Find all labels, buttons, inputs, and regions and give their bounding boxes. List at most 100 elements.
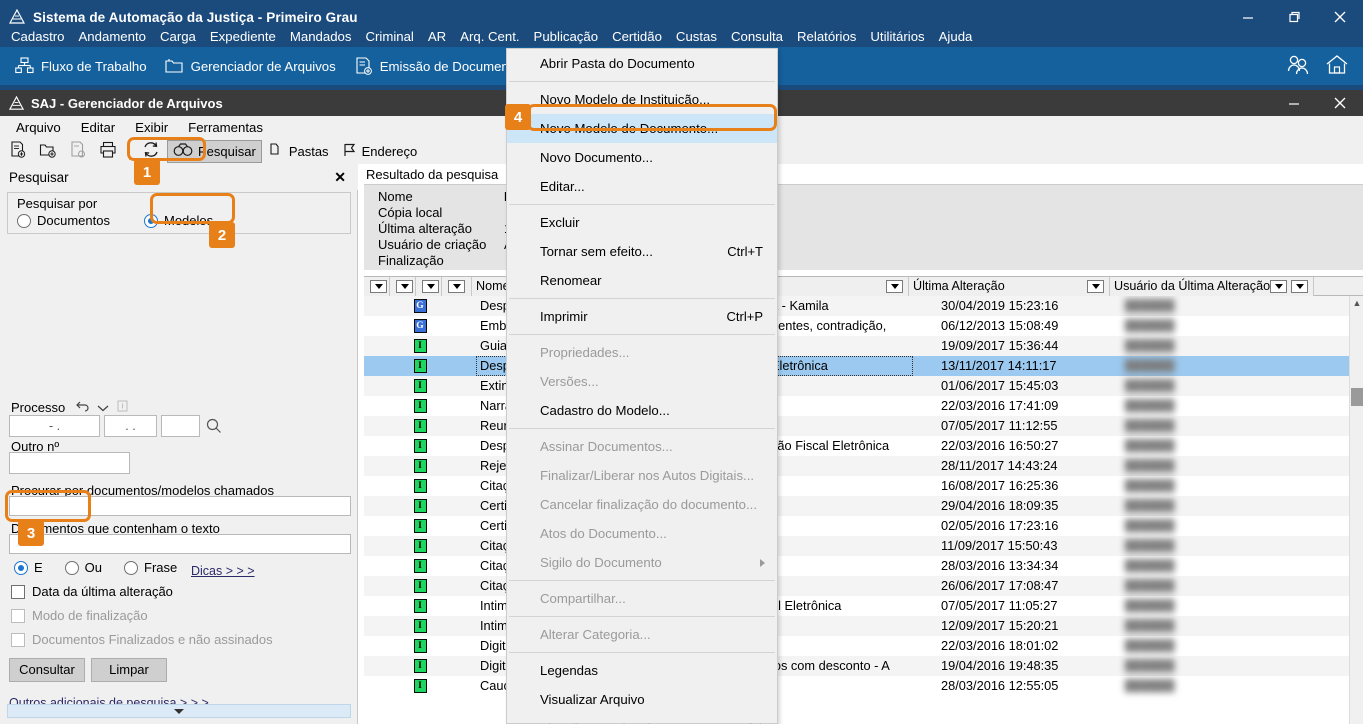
close-icon[interactable]: ✕ [334,169,358,186]
column-header-usuario-ultima-alteracao[interactable]: Usuário da Última Alteração [1110,276,1314,296]
child-menu-item-ferramentas[interactable]: Ferramentas [178,118,273,137]
column-header-filter-4[interactable] [442,276,472,296]
row-type-icon-cell: I [364,559,476,573]
menu-item-renomear[interactable]: Renomear [507,266,777,295]
new-document-button[interactable] [4,139,32,164]
panel-splitter[interactable] [7,704,351,718]
home-icon[interactable] [1325,54,1349,79]
resultado-da-pesquisa-tab[interactable]: Resultado da pesquisa [358,164,507,184]
processo-ano-input[interactable] [161,415,200,437]
child-menu-item-editar[interactable]: Editar [71,118,125,137]
menu-item-utilitarios[interactable]: Utilitários [863,27,931,46]
instituicao-badge-icon: I [413,459,427,473]
menu-item-alterar-categoria: Alterar Categoria... [507,620,777,649]
search-icon[interactable] [206,418,222,437]
menu-item-excluir[interactable]: Excluir [507,208,777,237]
consultar-button[interactable]: Consultar [9,658,85,682]
toolbar-button-gerenciador-de-arquivos[interactable]: Gerenciador de Arquivos [156,54,345,78]
menu-item-certidao[interactable]: Certidão [605,27,669,46]
child-menu-item-arquivo[interactable]: Arquivo [6,118,71,137]
cell-ultima-alteracao: 02/05/2016 17:23:16 [941,518,1059,533]
filter-dropdown-icon[interactable] [422,279,439,293]
filter-dropdown-icon[interactable] [886,279,903,293]
print-button[interactable] [94,139,122,164]
menu-item-consulta[interactable]: Consulta [724,27,790,46]
pesquisar-toolbar-button[interactable]: Pesquisar [167,139,262,163]
column-header-filter-3[interactable] [416,276,442,296]
cell-usuario-ultima-alteracao: ██████ [1125,340,1175,352]
chevron-down-icon[interactable] [97,400,109,415]
menu-item-novo-documento[interactable]: Novo Documento... [507,143,777,172]
filter-dropdown-icon[interactable] [1291,279,1308,293]
data-ultima-alteracao-checkbox[interactable]: Data da última alteração [11,584,173,599]
filter-dropdown-icon[interactable] [1087,279,1104,293]
cell-usuario-ultima-alteracao: ██████ [1125,600,1175,612]
copy-document-button[interactable] [64,139,92,164]
documentos-radio[interactable]: Documentos [17,213,110,228]
scroll-up-icon[interactable]: ▲ [1350,296,1363,310]
endereco-toolbar-button[interactable]: Endereço [336,140,423,163]
menu-item-publicacao[interactable]: Publicação [527,27,606,46]
outro-numero-input[interactable] [9,452,130,474]
pastas-toolbar-button[interactable]: Pastas [264,140,334,163]
users-icon[interactable] [1285,54,1311,79]
procurar-input[interactable] [9,496,351,516]
close-icon[interactable] [1317,90,1363,116]
menu-item-relatorios[interactable]: Relatórios [790,27,863,46]
pesquisar-toolbar-label: Pesquisar [198,143,256,159]
contenham-texto-input[interactable] [9,534,351,554]
menu-item-criminal[interactable]: Criminal [358,27,420,46]
limpar-button[interactable]: Limpar [91,658,167,682]
menu-item-legendas[interactable]: Legendas [507,656,777,685]
menu-item-sigilo-do-documento: Sigilo do Documento [507,548,777,577]
menu-item-expediente[interactable]: Expediente [203,27,283,46]
documentos-finalizados-checkbox[interactable]: Documentos Finalizados e não assinados [11,632,273,647]
menu-item-label: Visualizar Arquivo [540,692,645,707]
menu-item-ar[interactable]: AR [421,27,453,46]
column-header-filter-1[interactable] [364,276,390,296]
filter-dropdown-icon[interactable] [1270,279,1287,293]
chevron-down-icon [174,708,184,714]
column-header-ultima-alteracao[interactable]: Última Alteração [909,276,1110,296]
filter-dropdown-icon[interactable] [370,279,387,293]
modelos-radio[interactable]: Modelos [143,213,213,228]
logic-radio-e[interactable]: E [14,560,43,575]
menu-item-cadastro-do-modelo[interactable]: Cadastro do Modelo... [507,396,777,425]
cell-usuario-ultima-alteracao: ██████ [1125,660,1175,672]
menu-item-imprimir[interactable]: Imprimir Ctrl+P [507,302,777,331]
menu-item-arq-cent[interactable]: Arq. Cent. [453,27,526,46]
processo-numero-input[interactable]: - . [9,415,100,437]
row-type-icon-cell: I [364,479,476,493]
child-menu-item-exibir[interactable]: Exibir [125,118,178,137]
dicas-link[interactable]: Dicas > > > [191,564,255,578]
menu-item-cadastro[interactable]: Cadastro [4,27,72,46]
toolbar-button-fluxo-de-trabalho[interactable]: Fluxo de Trabalho [6,54,156,78]
menu-item-novo-modelo-de-instituicao[interactable]: Novo Modelo de Instituição... [507,85,777,114]
menu-item-novo-modelo-de-documento[interactable]: Novo Modelo de Documento... [507,114,777,143]
menu-item-label: Compartilhar... [540,591,626,606]
cell-ultima-alteracao: 30/04/2019 15:23:16 [941,298,1059,313]
menu-item-editar[interactable]: Editar... [507,172,777,201]
minimize-icon[interactable] [1271,90,1317,116]
scrollbar-thumb[interactable] [1351,388,1363,406]
modo-finalizacao-checkbox[interactable]: Modo de finalização [11,608,148,623]
processo-digito-input[interactable]: . . [104,415,157,437]
grid-vertical-scrollbar[interactable]: ▲ ▼ [1349,296,1363,724]
pesquisar-por-groupbox: Pesquisar por Documentos Modelos [7,192,351,234]
menu-item-visualizar-arquivo[interactable]: Visualizar Arquivo [507,685,777,714]
new-folder-button[interactable] [34,139,62,164]
menu-item-carga[interactable]: Carga [153,27,203,46]
column-header-filter-2[interactable] [390,276,416,296]
undo-icon[interactable] [76,400,89,415]
menu-item-custas[interactable]: Custas [669,27,724,46]
menu-item-abrir-pasta-do-documento[interactable]: Abrir Pasta do Documento [507,49,777,78]
menu-item-tornar-sem-efeito[interactable]: Tornar sem efeito... Ctrl+T [507,237,777,266]
menu-item-mandados[interactable]: Mandados [283,27,359,46]
filter-dropdown-icon[interactable] [448,279,465,293]
filter-dropdown-icon[interactable] [396,279,413,293]
logic-radio-frase[interactable]: Frase [124,560,177,575]
cell-nome-continued: ios com desconto - A [771,658,890,673]
logic-radio-ou[interactable]: Ou [64,560,102,575]
menu-item-ajuda[interactable]: Ajuda [932,27,980,46]
menu-item-andamento[interactable]: Andamento [72,27,153,46]
